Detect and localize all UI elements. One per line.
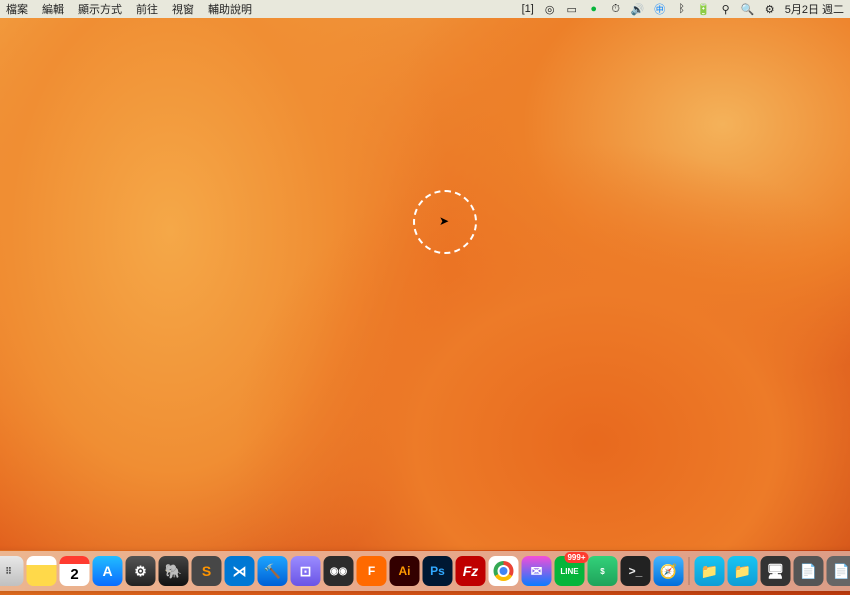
dock-screenshot[interactable]: ⊡ <box>291 556 321 586</box>
calendar-day-label: 2 <box>70 566 78 583</box>
dock-xcode[interactable]: 🔨 <box>258 556 288 586</box>
dock-illustrator[interactable]: Ai <box>390 556 420 586</box>
dock-filezilla[interactable]: Fz <box>456 556 486 586</box>
dock-figma[interactable]: ◉◉ <box>324 556 354 586</box>
battery-icon[interactable]: 🔋 <box>697 2 711 16</box>
dock: ☻ ⠿ 2 A ⚙ 🐘 S ⋊ 🔨 ⊡ ◉◉ F Ai Ps Fz ✉ LINE… <box>0 551 850 591</box>
wifi-icon[interactable]: ⚲ <box>719 2 733 16</box>
dock-calendar[interactable]: 2 <box>60 556 90 586</box>
chrome-icon <box>494 561 514 581</box>
dock-launchpad[interactable]: ⠿ <box>0 556 24 586</box>
dock-stack-1[interactable]: 🖥 <box>761 556 791 586</box>
line-label: LINE <box>560 567 578 576</box>
dock-sublime[interactable]: S <box>192 556 222 586</box>
dock-safari[interactable]: 🧭 <box>654 556 684 586</box>
menubar: 檔案 編輯 顯示方式 前往 視窗 輔助說明 [1] ◎ ▭ ● ⏱ 🔊 ㊥ ᛒ … <box>0 0 850 18</box>
dock-vscode[interactable]: ⋊ <box>225 556 255 586</box>
dock-stack-2[interactable]: 📄 <box>794 556 824 586</box>
dock-mamp[interactable]: 🐘 <box>159 556 189 586</box>
dock-appstore[interactable]: A <box>93 556 123 586</box>
input-source-icon[interactable]: ㊥ <box>653 2 667 16</box>
dock-terminal[interactable]: >_ <box>621 556 651 586</box>
control-center-icon[interactable]: ⚙ <box>763 2 777 16</box>
dock-photoshop[interactable]: Ps <box>423 556 453 586</box>
menu-view[interactable]: 顯示方式 <box>78 1 122 17</box>
clock-icon[interactable]: ⏱ <box>609 2 623 16</box>
menu-edit[interactable]: 編輯 <box>42 1 64 17</box>
volume-icon[interactable]: 🔊 <box>631 2 645 16</box>
mouse-pointer-icon: ➤ <box>439 214 449 228</box>
menu-go[interactable]: 前往 <box>136 1 158 17</box>
menu-window[interactable]: 視窗 <box>172 1 194 17</box>
control-icon[interactable]: ▭ <box>565 2 579 16</box>
dock-line[interactable]: LINE999+ <box>555 556 585 586</box>
menubar-right: [1] ◎ ▭ ● ⏱ 🔊 ㊥ ᛒ 🔋 ⚲ 🔍 ⚙ 5月2日 週二 <box>521 1 844 17</box>
menu-help[interactable]: 輔助說明 <box>208 1 252 17</box>
dock-messenger[interactable]: ✉ <box>522 556 552 586</box>
menu-file[interactable]: 檔案 <box>6 1 28 17</box>
screenshot-marker-icon[interactable]: [1] <box>521 2 535 16</box>
dock-documents[interactable]: 📁 <box>728 556 758 586</box>
dock-downloads[interactable]: 📁 <box>695 556 725 586</box>
dock-notes[interactable] <box>27 556 57 586</box>
cursor-highlight-ring: ➤ <box>413 190 477 254</box>
dock-fonts[interactable]: F <box>357 556 387 586</box>
line-badge: 999+ <box>564 552 588 563</box>
menubar-left: 檔案 編輯 顯示方式 前往 視窗 輔助說明 <box>6 1 252 17</box>
search-icon[interactable]: 🔍 <box>741 2 755 16</box>
dock-separator <box>689 557 690 585</box>
menubar-datetime[interactable]: 5月2日 週二 <box>785 1 844 17</box>
dock-settings[interactable]: ⚙ <box>126 556 156 586</box>
line-status-icon[interactable]: ● <box>587 2 601 16</box>
bluetooth-icon[interactable]: ᛒ <box>675 2 689 16</box>
dock-chrome[interactable] <box>489 556 519 586</box>
dock-stack-3[interactable]: 📄 <box>827 556 850 586</box>
dock-money[interactable]: $ <box>588 556 618 586</box>
display-icon[interactable]: ◎ <box>543 2 557 16</box>
desktop-wallpaper[interactable] <box>0 18 850 550</box>
